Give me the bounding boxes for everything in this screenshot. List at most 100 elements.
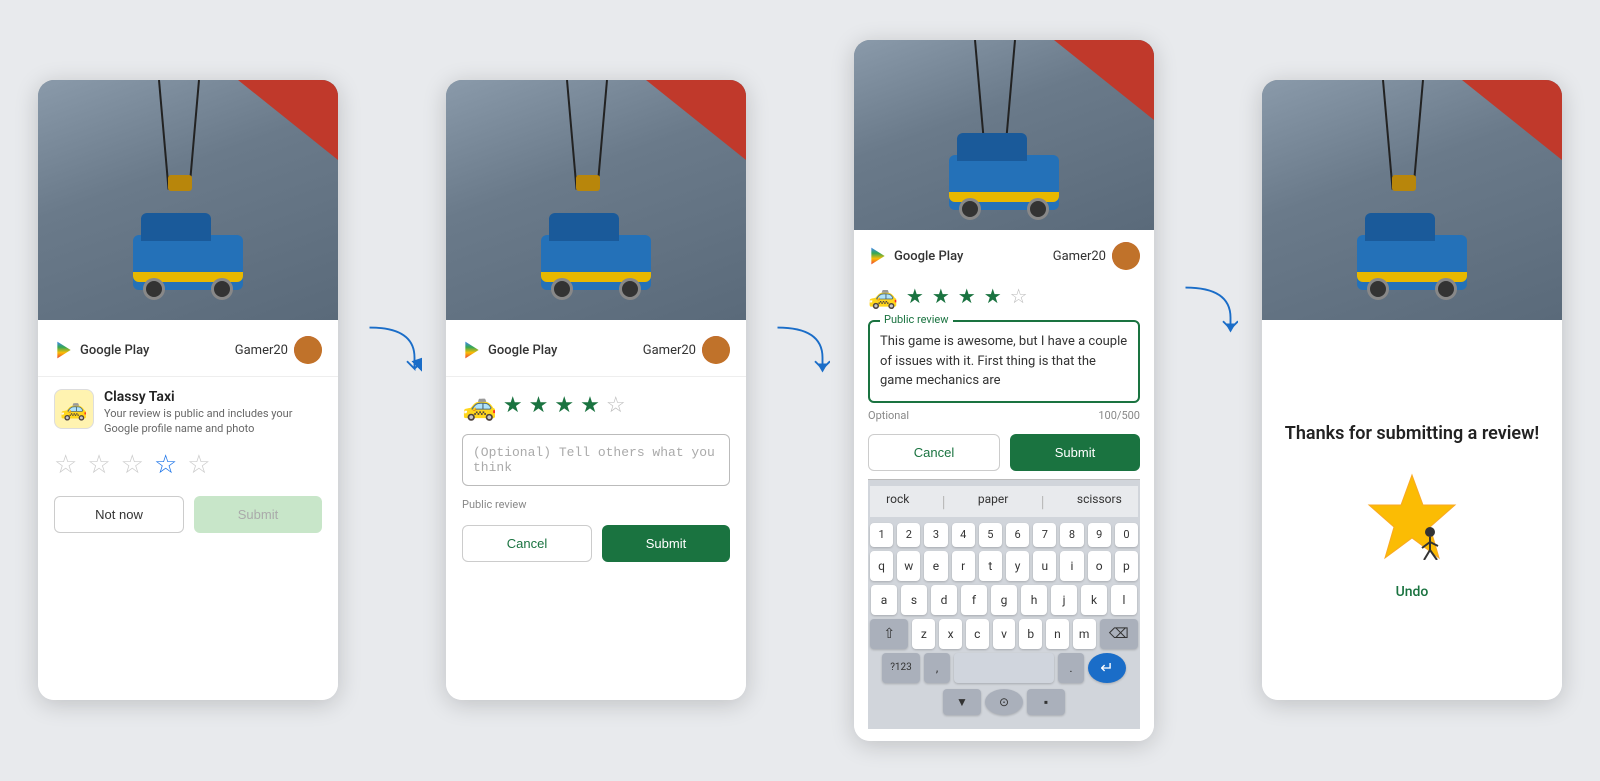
key-9[interactable]: 9 xyxy=(1088,523,1111,547)
key-c[interactable]: c xyxy=(966,619,989,649)
star-1-1[interactable]: ☆ xyxy=(54,450,77,480)
submit-button-2[interactable]: Submit xyxy=(602,525,730,562)
star-2-5[interactable]: ☆ xyxy=(606,393,626,418)
review-text-3[interactable]: This game is awesome, but I have a coupl… xyxy=(880,332,1128,391)
star-3-5[interactable]: ☆ xyxy=(1010,284,1028,308)
key-5[interactable]: 5 xyxy=(979,523,1002,547)
red-triangle-4 xyxy=(1462,80,1562,160)
star-2-4[interactable]: ★ xyxy=(580,393,600,418)
key-1[interactable]: 1 xyxy=(870,523,893,547)
key-k[interactable]: k xyxy=(1081,585,1107,615)
char-count-3: 100/500 xyxy=(1098,409,1140,422)
key-o[interactable]: o xyxy=(1088,551,1111,581)
btn-row-3: Cancel Submit xyxy=(868,434,1140,471)
key-4[interactable]: 4 xyxy=(952,523,975,547)
user-row-2: Gamer20 xyxy=(643,336,730,364)
public-review-label-2: Public review xyxy=(462,498,730,511)
bottom-panel-1: Google Play Gamer20 🚕 Classy Taxi Your r… xyxy=(38,320,338,700)
star-2-1[interactable]: ★ xyxy=(503,393,523,418)
cancel-button-3[interactable]: Cancel xyxy=(868,434,1000,471)
suggestion-2[interactable]: paper xyxy=(978,492,1008,511)
not-now-button[interactable]: Not now xyxy=(54,496,184,533)
car-top-3 xyxy=(957,133,1027,161)
space-key[interactable] xyxy=(954,653,1054,683)
divider-2 xyxy=(446,376,746,377)
submit-button-3[interactable]: Submit xyxy=(1010,434,1140,471)
key-v[interactable]: v xyxy=(993,619,1016,649)
star-1-5[interactable]: ☆ xyxy=(187,450,210,480)
key-j[interactable]: j xyxy=(1051,585,1077,615)
num-key[interactable]: ?123 xyxy=(882,653,920,683)
nav-home[interactable]: ⊙ xyxy=(985,689,1023,715)
key-0[interactable]: 0 xyxy=(1115,523,1138,547)
key-i[interactable]: i xyxy=(1060,551,1083,581)
gplay-icon-2 xyxy=(462,340,482,360)
review-textarea-2[interactable]: (Optional) Tell others what you think xyxy=(462,434,730,486)
car-top xyxy=(141,213,211,241)
key-n[interactable]: n xyxy=(1046,619,1069,649)
key-x[interactable]: x xyxy=(939,619,962,649)
cancel-button-2[interactable]: Cancel xyxy=(462,525,592,562)
car-wheel-right-3 xyxy=(1027,198,1049,220)
key-m[interactable]: m xyxy=(1073,619,1096,649)
key-q[interactable]: q xyxy=(870,551,893,581)
star-2-2[interactable]: ★ xyxy=(529,393,549,418)
key-d[interactable]: d xyxy=(931,585,957,615)
nav-square[interactable]: ▪ xyxy=(1027,689,1065,715)
key-e[interactable]: e xyxy=(924,551,947,581)
suggestion-3[interactable]: scissors xyxy=(1077,492,1122,511)
avatar-2 xyxy=(702,336,730,364)
key-h[interactable]: h xyxy=(1021,585,1047,615)
header-row-2: Google Play Gamer20 xyxy=(462,336,730,364)
nav-dropdown[interactable]: ▼ xyxy=(943,689,981,715)
key-y[interactable]: y xyxy=(1006,551,1029,581)
optional-label-3: Optional xyxy=(868,409,909,422)
review-box-3: Public review This game is awesome, but … xyxy=(868,320,1140,403)
key-6[interactable]: 6 xyxy=(1006,523,1029,547)
username-2: Gamer20 xyxy=(643,343,696,358)
avatar-1 xyxy=(294,336,322,364)
key-u[interactable]: u xyxy=(1033,551,1056,581)
enter-key[interactable]: ↵ xyxy=(1088,653,1126,683)
key-l[interactable]: l xyxy=(1111,585,1137,615)
comma-key[interactable]: , xyxy=(924,653,950,683)
key-g[interactable]: g xyxy=(991,585,1017,615)
star-3-4[interactable]: ★ xyxy=(984,284,1002,308)
key-7[interactable]: 7 xyxy=(1033,523,1056,547)
key-w[interactable]: w xyxy=(897,551,920,581)
stars-row-1[interactable]: ☆ ☆ ☆ ☆ ☆ xyxy=(54,450,322,480)
key-s[interactable]: s xyxy=(901,585,927,615)
arrow-svg-3 xyxy=(1178,270,1238,350)
key-z[interactable]: z xyxy=(912,619,935,649)
game-screenshot-3 xyxy=(854,40,1154,230)
star-mascot xyxy=(1362,470,1462,560)
undo-button[interactable]: Undo xyxy=(1396,584,1429,600)
key-8[interactable]: 8 xyxy=(1060,523,1083,547)
review-input-container-2: (Optional) Tell others what you think Pu… xyxy=(462,434,730,511)
key-f[interactable]: f xyxy=(961,585,987,615)
shift-key[interactable]: ⇧ xyxy=(870,619,908,649)
backspace-key[interactable]: ⌫ xyxy=(1100,619,1138,649)
star-1-2[interactable]: ☆ xyxy=(87,450,110,480)
period-key[interactable]: . xyxy=(1058,653,1084,683)
app-desc-1: Your review is public and includes your … xyxy=(104,407,322,436)
star-3-3[interactable]: ★ xyxy=(958,284,976,308)
star-2-3[interactable]: ★ xyxy=(554,393,574,418)
user-row-1: Gamer20 xyxy=(235,336,322,364)
star-1-4[interactable]: ☆ xyxy=(154,450,177,480)
bottom-panel-2: Google Play Gamer20 🚕 ★ ★ ★ ★ ☆ (Optiona… xyxy=(446,320,746,700)
submit-button-1[interactable]: Submit xyxy=(194,496,322,533)
key-p[interactable]: p xyxy=(1115,551,1138,581)
key-2[interactable]: 2 xyxy=(897,523,920,547)
suggestion-1[interactable]: rock xyxy=(886,492,909,511)
key-b[interactable]: b xyxy=(1019,619,1042,649)
key-a[interactable]: a xyxy=(871,585,897,615)
key-r[interactable]: r xyxy=(952,551,975,581)
star-1-3[interactable]: ☆ xyxy=(121,450,144,480)
star-3-2[interactable]: ★ xyxy=(932,284,950,308)
star-3-1[interactable]: ★ xyxy=(906,284,924,308)
gplay-label-3: Google Play xyxy=(894,249,963,264)
key-3[interactable]: 3 xyxy=(924,523,947,547)
thanks-panel: Thanks for submitting a review! Undo xyxy=(1262,320,1562,700)
key-t[interactable]: t xyxy=(979,551,1002,581)
